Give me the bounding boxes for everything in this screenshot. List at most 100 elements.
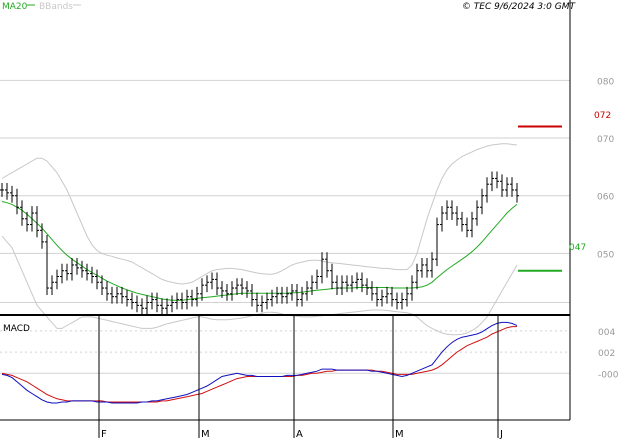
- price-bar: [145, 295, 149, 316]
- price-bar: [225, 284, 229, 301]
- price-bar: [75, 258, 79, 275]
- price-bar: [85, 263, 89, 281]
- price-bar: [245, 281, 249, 298]
- price-bar: [345, 275, 349, 293]
- price-bar: [515, 183, 519, 203]
- macd-y-tick-label: 002: [598, 349, 615, 359]
- price-bar: [510, 177, 514, 197]
- price-bar: [320, 252, 324, 284]
- price-bar: [495, 171, 499, 189]
- price-bar: [380, 289, 384, 307]
- price-bar: [160, 298, 164, 316]
- price-bar: [390, 286, 394, 307]
- price-bar: [375, 286, 379, 307]
- price-bar: [280, 286, 284, 304]
- price-bar: [235, 278, 239, 295]
- price-bar: [10, 185, 14, 203]
- price-bar: [100, 275, 104, 295]
- price-bar: [450, 200, 454, 220]
- price-bar: [405, 286, 409, 307]
- price-bar: [180, 292, 184, 310]
- price-bar: [260, 295, 264, 313]
- price-bar: [370, 281, 374, 301]
- price-bar: [330, 263, 334, 290]
- price-bar: [110, 286, 114, 304]
- price-bar: [505, 177, 509, 197]
- price-bar: [60, 263, 64, 284]
- price-bar: [45, 234, 49, 295]
- price-bar: [295, 284, 299, 307]
- price-bar: [80, 260, 84, 278]
- price-bar: [230, 281, 234, 301]
- price-bar: [125, 289, 129, 307]
- price-bar: [165, 298, 169, 316]
- price-bar: [115, 286, 119, 304]
- price-bar: [315, 269, 319, 290]
- price-bar: [460, 211, 464, 232]
- price-bar: [95, 269, 99, 290]
- bb-lower-line: [1, 235, 518, 336]
- price-bar: [360, 272, 364, 293]
- x-tick-label: M: [395, 429, 404, 440]
- price-bar: [420, 258, 424, 278]
- price-bar: [215, 272, 219, 295]
- macd-panel-label: MACD: [3, 324, 30, 334]
- price-bar: [340, 275, 344, 295]
- price-bar: [15, 188, 19, 215]
- price-bar: [0, 183, 4, 197]
- support-label: 047: [569, 243, 586, 253]
- price-bar: [175, 292, 179, 310]
- price-bar: [445, 200, 449, 220]
- price-bar: [105, 281, 109, 301]
- price-bar: [190, 289, 194, 307]
- price-bar: [50, 275, 54, 295]
- levels: [518, 125, 562, 272]
- price-bar: [465, 217, 469, 238]
- grid-layer: [0, 79, 570, 374]
- macd-y-tick-label: 004: [598, 328, 615, 338]
- price-bar: [150, 292, 154, 310]
- price-bar: [300, 286, 304, 307]
- copyright-text: © TEC 9/6/2024 3:0 GMT: [462, 2, 577, 12]
- price-bar: [265, 292, 269, 310]
- price-bar: [500, 174, 504, 197]
- price-bar: [435, 217, 439, 267]
- price-bar: [440, 206, 444, 232]
- price-bar: [480, 188, 484, 215]
- moving-average: [1, 201, 518, 301]
- price-bar: [455, 206, 459, 226]
- price-bar: [140, 298, 144, 316]
- resistance-label: 072: [594, 111, 611, 121]
- price-bar: [170, 295, 174, 313]
- legend-ma-label: MA20: [2, 2, 28, 12]
- price-bar: [55, 269, 59, 290]
- price-bar: [335, 275, 339, 295]
- price-bar: [270, 289, 274, 307]
- price-bar: [210, 272, 214, 290]
- macd-y-tick-label: -000: [598, 370, 619, 380]
- macd-lines: [1, 321, 518, 404]
- price-bar: [355, 272, 359, 290]
- price-bar: [365, 278, 369, 295]
- price-y-tick-label: 070: [597, 135, 614, 145]
- price-bar: [415, 263, 419, 290]
- macd-signal-line: [1, 326, 517, 403]
- macd-line: [1, 321, 518, 404]
- price-bar: [250, 284, 254, 307]
- bollinger-bands: [1, 143, 518, 336]
- price-bar: [385, 286, 389, 304]
- price-bar: [400, 292, 404, 310]
- x-tick-label: F: [101, 429, 107, 440]
- price-bar: [195, 286, 199, 307]
- price-y-tick-label: 060: [597, 193, 614, 203]
- chart-canvas: 080070060050004002-000F M A M J MA20 BBands …: [0, 0, 619, 440]
- x-tick-label: A: [296, 429, 303, 440]
- stock-chart: 080 070 060 050 004 002 -000 F M A M J MA20 BBands …: [0, 0, 627, 440]
- price-bar: [475, 200, 479, 226]
- bb-upper-line: [1, 143, 518, 285]
- x-tick-label: J: [499, 429, 503, 440]
- price-bar: [425, 258, 429, 278]
- price-bar: [485, 177, 489, 203]
- price-bar: [285, 286, 289, 304]
- price-bar: [65, 263, 69, 281]
